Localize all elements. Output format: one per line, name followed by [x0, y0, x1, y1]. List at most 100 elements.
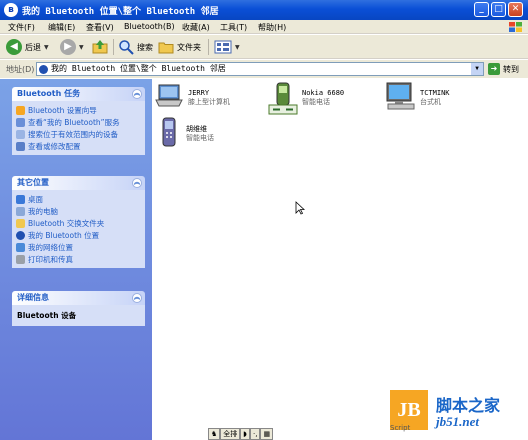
desktop-icon — [16, 194, 25, 204]
menu-file[interactable]: 文件(F) — [8, 22, 35, 33]
device-name: TCTMINK — [420, 89, 450, 97]
ime-moon-icon[interactable]: ◗ — [240, 428, 250, 440]
folders-button[interactable]: 文件夹 — [158, 38, 201, 56]
device-name: Nokia 6680 — [302, 89, 345, 97]
toolbar-separator — [113, 39, 114, 55]
place-printers[interactable]: 打印机和传真 — [16, 253, 141, 265]
wizard-icon — [16, 105, 25, 115]
ime-icon[interactable]: ♞ — [208, 428, 221, 440]
network-icon — [16, 242, 25, 252]
up-folder-button[interactable] — [92, 38, 108, 56]
bluetooth-icon — [16, 230, 25, 240]
search-icon — [16, 129, 25, 139]
menu-view[interactable]: 查看(V) — [86, 22, 114, 33]
panel-header[interactable]: 其它位置 ︽ — [12, 176, 145, 190]
search-button[interactable]: 搜索 — [118, 38, 153, 56]
panel-title: 其它位置 — [17, 178, 49, 187]
panel-body: 桌面 我的电脑 Bluetooth 交换文件夹 我的 Bluetooth 位置 … — [12, 190, 145, 268]
search-icon — [119, 40, 134, 55]
go-button[interactable]: ➜ 转到 — [488, 63, 519, 75]
collapse-icon[interactable]: ︽ — [132, 89, 142, 99]
maximize-button[interactable]: □ — [491, 2, 506, 17]
address-input[interactable]: 我的 Bluetooth 位置\整个 Bluetooth 邻居 ▼ — [36, 62, 484, 76]
panel-header[interactable]: 详细信息 ︽ — [12, 291, 145, 305]
views-button[interactable]: ▼ — [214, 38, 240, 56]
menu-bluetooth[interactable]: Bluetooth(B) — [124, 22, 175, 31]
address-value: 我的 Bluetooth 位置\整个 Bluetooth 邻居 — [51, 64, 226, 73]
task-setup-wizard[interactable]: Bluetooth 设置向导 — [16, 104, 141, 116]
chevron-down-icon[interactable]: ▼ — [471, 63, 483, 75]
menu-favorites[interactable]: 收藏(A) — [182, 22, 210, 33]
chevron-down-icon: ▼ — [44, 43, 49, 51]
ime-mode-label[interactable]: 全排 — [220, 428, 241, 440]
minimize-button[interactable]: _ — [474, 2, 489, 17]
details-panel: 详细信息 ︽ Bluetooth 设备 — [12, 291, 145, 326]
config-icon — [16, 141, 25, 151]
forward-button[interactable]: ▶ ▼ — [60, 38, 84, 56]
task-search-devices[interactable]: 搜索位于有效范围内的设备 — [16, 128, 141, 140]
device-item[interactable]: TCTMINK 台式机 — [384, 81, 450, 111]
place-label: 桌面 — [28, 194, 43, 204]
phone-icon — [268, 82, 298, 115]
collapse-icon[interactable]: ︽ — [132, 178, 142, 188]
back-button[interactable]: ◀ 后退 ▼ — [6, 38, 49, 56]
mouse-cursor-icon — [295, 201, 305, 215]
task-label: 搜索位于有效范围内的设备 — [28, 129, 118, 139]
panel-header[interactable]: Bluetooth 任务 ︽ — [12, 87, 145, 101]
folder-icon — [158, 42, 174, 54]
place-label: 我的网络位置 — [28, 242, 73, 252]
device-item[interactable]: 胡维维 智能电话 — [156, 117, 214, 149]
ime-punct-icon[interactable]: ·, — [249, 428, 261, 440]
place-label: 打印机和传真 — [28, 254, 73, 264]
back-arrow-icon: ◀ — [6, 39, 22, 55]
services-icon — [16, 117, 25, 127]
window-title: 我的 Bluetooth 位置\整个 Bluetooth 邻居 — [22, 7, 219, 17]
device-list: JERRY 膝上型计算机 Nokia 6680 智能电话 TCTMINK 台式机 — [152, 79, 528, 440]
task-label: Bluetooth 设置向导 — [28, 105, 97, 115]
chevron-down-icon: ▼ — [79, 43, 84, 51]
forward-arrow-icon: ▶ — [60, 39, 76, 55]
place-my-computer[interactable]: 我的电脑 — [16, 205, 141, 217]
task-label: 查看或修改配置 — [28, 141, 81, 151]
device-item[interactable]: Nokia 6680 智能电话 — [268, 81, 344, 115]
close-button[interactable]: ✕ — [508, 2, 523, 17]
windows-logo-icon — [509, 22, 522, 32]
watermark-title: 脚本之家 — [436, 396, 501, 415]
views-icon — [214, 40, 232, 54]
folders-label: 文件夹 — [177, 42, 201, 52]
task-view-services[interactable]: 查看“我的 Bluetooth”服务 — [16, 116, 141, 128]
device-type: 智能电话 — [302, 98, 330, 106]
place-label: 我的 Bluetooth 位置 — [28, 230, 100, 240]
device-name: JERRY — [188, 89, 210, 97]
task-view-config[interactable]: 查看或修改配置 — [16, 140, 141, 152]
watermark-url: jb51.net — [436, 414, 479, 429]
device-type: 台式机 — [420, 98, 441, 106]
panel-title: 详细信息 — [17, 293, 49, 302]
place-label: Bluetooth 交换文件夹 — [28, 218, 105, 228]
ime-keyboard-icon[interactable]: ▦ — [260, 428, 274, 440]
address-label: 地址(D) — [6, 65, 35, 74]
menu-tools[interactable]: 工具(T) — [220, 22, 247, 33]
menu-help[interactable]: 帮助(H) — [258, 22, 286, 33]
device-type: 膝上型计算机 — [188, 98, 230, 106]
place-my-bluetooth[interactable]: 我的 Bluetooth 位置 — [16, 229, 141, 241]
details-text: Bluetooth 设备 — [12, 305, 145, 326]
go-arrow-icon: ➜ — [488, 63, 500, 75]
computer-icon — [16, 206, 25, 216]
search-label: 搜索 — [137, 42, 153, 52]
folder-icon — [16, 218, 25, 228]
place-bt-exchange-folder[interactable]: Bluetooth 交换文件夹 — [16, 217, 141, 229]
menu-bar: 文件(F) 编辑(E) 查看(V) Bluetooth(B) 收藏(A) 工具(… — [0, 20, 528, 34]
collapse-icon[interactable]: ︽ — [132, 293, 142, 303]
place-desktop[interactable]: 桌面 — [16, 193, 141, 205]
device-name: 胡维维 — [186, 125, 207, 133]
device-item[interactable]: JERRY 膝上型计算机 — [154, 81, 230, 111]
menu-edit[interactable]: 编辑(E) — [48, 22, 75, 33]
phone-icon — [162, 117, 176, 147]
panel-title: Bluetooth 任务 — [17, 89, 81, 98]
go-label: 转到 — [503, 64, 519, 74]
bluetooth-tasks-panel: Bluetooth 任务 ︽ Bluetooth 设置向导 查看“我的 Blue… — [12, 87, 145, 155]
task-label: 查看“我的 Bluetooth”服务 — [28, 117, 120, 127]
place-network[interactable]: 我的网络位置 — [16, 241, 141, 253]
back-label: 后退 — [25, 42, 41, 52]
